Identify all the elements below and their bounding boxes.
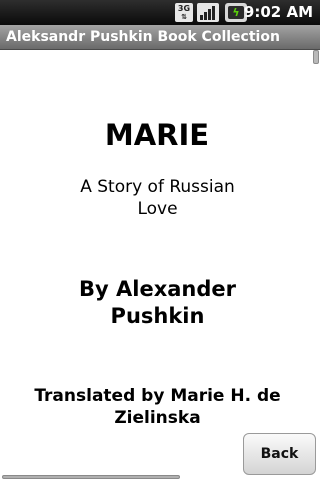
signal-icon: [197, 3, 219, 22]
data-arrows-icon: ⇅: [181, 13, 187, 21]
status-bar: 3G ⇅ ϟ 9:02 AM: [0, 0, 320, 25]
network-type-label: 3G: [177, 4, 191, 13]
charging-bolt-icon: ϟ: [228, 6, 244, 19]
book-author: By Alexander Pushkin: [79, 277, 236, 328]
book-subtitle: A Story of Russian Love: [80, 177, 235, 219]
back-button[interactable]: Back: [243, 433, 316, 475]
clock: 9:02 AM: [243, 3, 313, 21]
app-screen: 3G ⇅ ϟ 9:02 AM Aleksandr Pushkin Book Co…: [0, 0, 320, 480]
3g-icon: 3G ⇅: [175, 3, 193, 22]
horizontal-scrollbar[interactable]: [2, 475, 180, 479]
vertical-scrollbar[interactable]: [313, 50, 319, 64]
book-translator: Translated by Marie H. de Zielinska: [34, 386, 281, 428]
book-title: MARIE: [104, 118, 210, 152]
app-title: Aleksandr Pushkin Book Collection: [6, 29, 280, 45]
app-title-bar: Aleksandr Pushkin Book Collection: [0, 25, 320, 50]
